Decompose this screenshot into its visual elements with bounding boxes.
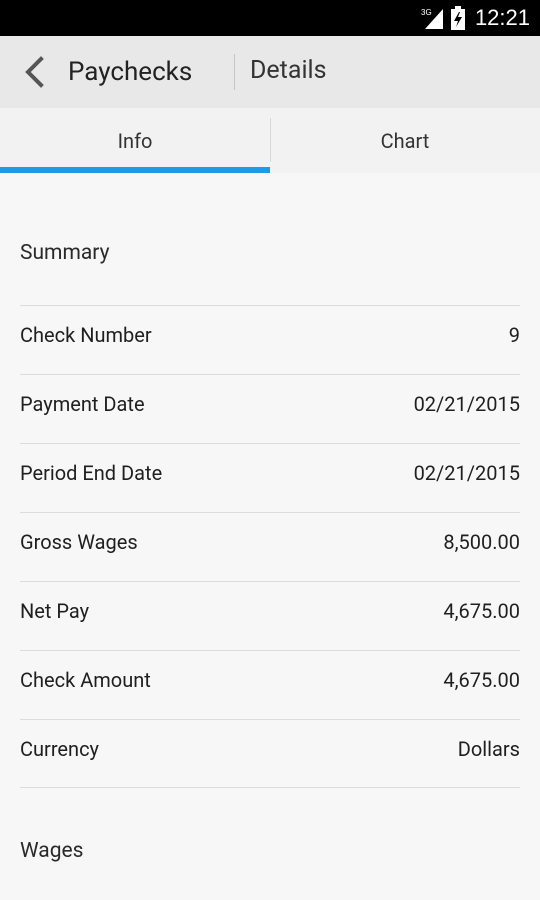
- signal-icon: 3G: [421, 7, 445, 29]
- page-title[interactable]: Paychecks: [68, 36, 192, 108]
- summary-header: Summary: [20, 241, 110, 265]
- tab-info[interactable]: Info: [0, 108, 270, 173]
- page-subtitle: Details: [250, 56, 327, 85]
- detail-row-currency: Currency Dollars: [20, 719, 520, 788]
- status-time: 12:21: [474, 5, 530, 30]
- row-label: Period End Date: [20, 461, 163, 485]
- row-value: Dollars: [457, 737, 520, 761]
- detail-row-net-pay: Net Pay 4,675.00: [20, 581, 520, 650]
- row-label: Check Amount: [20, 668, 151, 692]
- section-divider: [20, 787, 520, 788]
- battery-icon: [450, 6, 465, 30]
- row-value: 4,675.00: [443, 668, 520, 692]
- row-label: Currency: [20, 737, 99, 761]
- detail-row-check-amount: Check Amount 4,675.00: [20, 650, 520, 719]
- detail-row-period-end-date: Period End Date 02/21/2015: [20, 443, 520, 512]
- title-divider: [234, 54, 235, 90]
- action-bar: Paychecks Details: [0, 36, 540, 108]
- tab-chart-label: Chart: [380, 128, 430, 153]
- row-value: 8,500.00: [443, 530, 520, 554]
- row-value: 02/21/2015: [413, 392, 520, 416]
- row-label: Check Number: [20, 323, 152, 347]
- row-label: Net Pay: [20, 599, 90, 623]
- wages-header: Wages: [20, 839, 84, 863]
- row-value: 9: [508, 323, 520, 347]
- status-bar: 3G 12:21: [0, 0, 540, 36]
- row-label: Payment Date: [20, 392, 145, 416]
- detail-row-gross-wages: Gross Wages 8,500.00: [20, 512, 520, 581]
- detail-row-check-number: Check Number 9: [20, 305, 520, 374]
- tab-chart[interactable]: Chart: [270, 108, 540, 173]
- network-type-label: 3G: [421, 8, 432, 17]
- back-button[interactable]: [14, 54, 54, 90]
- chevron-left-icon: [25, 56, 44, 88]
- row-value: 4,675.00: [443, 599, 520, 623]
- tab-info-label: Info: [117, 128, 153, 153]
- tab-bar: Info Chart: [0, 108, 540, 173]
- detail-row-payment-date: Payment Date 02/21/2015: [20, 374, 520, 443]
- status-icons: 3G 12:21: [421, 0, 530, 36]
- row-value: 02/21/2015: [413, 461, 520, 485]
- details-content: Summary Check Number 9 Payment Date 02/2…: [0, 173, 540, 900]
- row-label: Gross Wages: [20, 530, 138, 554]
